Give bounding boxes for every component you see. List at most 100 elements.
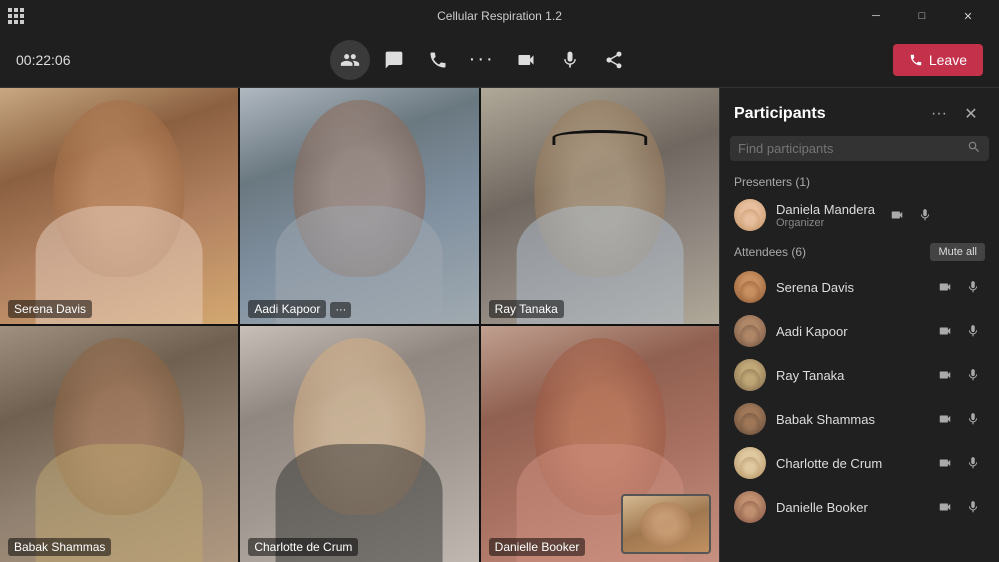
participant-row-danielle[interactable]: Danielle Booker — [720, 485, 999, 529]
danielle-label: Danielle Booker — [489, 538, 586, 556]
more-button[interactable]: ··· — [462, 40, 502, 80]
daniela-controls — [885, 203, 937, 227]
serena-mic-button[interactable] — [961, 275, 985, 299]
participant-row-babak[interactable]: Babak Shammas — [720, 397, 999, 441]
ray-name: Ray Tanaka — [776, 368, 923, 383]
video-cell-babak[interactable]: Babak Shammas — [0, 326, 238, 562]
danielle-controls — [933, 495, 985, 519]
waffle-icon[interactable] — [8, 8, 24, 24]
danielle-name: Danielle Booker — [776, 500, 923, 515]
leave-icon — [909, 53, 923, 67]
aadi-mic-button[interactable] — [961, 319, 985, 343]
more-icon: ··· — [469, 48, 495, 71]
leave-label: Leave — [929, 52, 967, 68]
mic-button[interactable] — [550, 40, 590, 80]
share-icon — [604, 50, 624, 70]
share-button[interactable] — [594, 40, 634, 80]
aadi-controls — [933, 319, 985, 343]
video-cell-charlotte[interactable]: Charlotte de Crum — [240, 326, 478, 562]
ray-camera-button[interactable] — [933, 363, 957, 387]
ray-controls — [933, 363, 985, 387]
video-cell-serena[interactable]: Serena Davis — [0, 88, 238, 324]
aadi-bg — [240, 88, 478, 324]
panel-header: Participants ··· ✕ — [720, 88, 999, 136]
charlotte-label: Charlotte de Crum — [248, 538, 358, 556]
charlotte-bg — [240, 326, 478, 562]
charlotte-controls — [933, 451, 985, 475]
mic-icon — [560, 50, 580, 70]
daniela-name: Daniela Mandera — [776, 202, 875, 217]
call-timer: 00:22:06 — [16, 52, 71, 68]
video-cell-danielle[interactable]: Danielle Booker — [481, 326, 719, 562]
camera-icon — [516, 50, 536, 70]
video-cell-aadi[interactable]: Aadi Kapoor ··· Mute — [240, 88, 478, 324]
camera-ctrl-icon — [890, 208, 904, 222]
call-button[interactable] — [418, 40, 458, 80]
minimize-button[interactable]: ─ — [853, 0, 899, 32]
leave-button[interactable]: Leave — [893, 44, 983, 76]
search-input[interactable] — [738, 141, 961, 156]
attendees-count: Attendees (6) — [734, 245, 806, 259]
panel-title: Participants — [734, 105, 826, 123]
chat-icon — [384, 50, 404, 70]
window-title: Cellular Respiration 1.2 — [437, 9, 562, 23]
panel-close-button[interactable]: ✕ — [957, 100, 985, 128]
daniela-role: Organizer — [776, 217, 875, 229]
people-button[interactable] — [330, 40, 370, 80]
serena-label: Serena Davis — [8, 300, 92, 318]
aadi-camera-button[interactable] — [933, 319, 957, 343]
presenters-section-header: Presenters (1) — [720, 169, 999, 193]
video-grid: Serena Davis Aadi Kapoor ··· — [0, 88, 719, 562]
attendees-section-header: Attendees (6) Mute all — [720, 237, 999, 265]
avatar-serena — [734, 271, 766, 303]
video-cell-ray[interactable]: Ray Tanaka — [481, 88, 719, 324]
charlotte-mic-button[interactable] — [961, 451, 985, 475]
avatar-daniela — [734, 199, 766, 231]
participant-row-ray[interactable]: Ray Tanaka — [720, 353, 999, 397]
camera-button[interactable] — [506, 40, 546, 80]
chat-button[interactable] — [374, 40, 414, 80]
self-view-face — [641, 502, 691, 547]
danielle-camera-button[interactable] — [933, 495, 957, 519]
babak-controls — [933, 407, 985, 431]
mute-all-button[interactable]: Mute all — [930, 243, 985, 261]
babak-bg — [0, 326, 238, 562]
participant-row-charlotte[interactable]: Charlotte de Crum — [720, 441, 999, 485]
charlotte-camera-button[interactable] — [933, 451, 957, 475]
serena-camera-button[interactable] — [933, 275, 957, 299]
aadi-more-button[interactable]: ··· — [330, 302, 351, 318]
ray-mic-button[interactable] — [961, 363, 985, 387]
participant-row-serena[interactable]: Serena Davis — [720, 265, 999, 309]
danielle-mic-button[interactable] — [961, 495, 985, 519]
daniela-info: Daniela Mandera Organizer — [776, 202, 875, 229]
toolbar: 00:22:06 ··· — [0, 32, 999, 88]
search-box — [730, 136, 989, 161]
participant-row-daniela[interactable]: Daniela Mandera Organizer — [720, 193, 999, 237]
restore-button[interactable]: □ — [899, 0, 945, 32]
call-icon — [428, 50, 448, 70]
search-icon — [967, 140, 981, 157]
avatar-charlotte — [734, 447, 766, 479]
presenters-count: Presenters (1) — [734, 175, 810, 189]
aadi-label: Aadi Kapoor — [248, 300, 326, 318]
babak-mic-button[interactable] — [961, 407, 985, 431]
aadi-name: Aadi Kapoor — [776, 324, 923, 339]
panel-more-button[interactable]: ··· — [925, 100, 953, 128]
ray-headphones — [552, 130, 647, 145]
charlotte-name: Charlotte de Crum — [776, 456, 923, 471]
serena-controls — [933, 275, 985, 299]
window-controls: ─ □ ✕ — [853, 0, 991, 32]
toolbar-right: Leave — [893, 44, 983, 76]
daniela-mic-button[interactable] — [913, 203, 937, 227]
self-view-thumbnail — [621, 494, 711, 554]
participant-row-aadi[interactable]: Aadi Kapoor — [720, 309, 999, 353]
babak-camera-button[interactable] — [933, 407, 957, 431]
daniela-camera-button[interactable] — [885, 203, 909, 227]
avatar-ray — [734, 359, 766, 391]
avatar-danielle — [734, 491, 766, 523]
title-bar-left — [8, 8, 24, 24]
people-icon — [340, 50, 360, 70]
mic-ctrl-icon — [918, 208, 932, 222]
main-area: Serena Davis Aadi Kapoor ··· — [0, 88, 999, 562]
close-button[interactable]: ✕ — [945, 0, 991, 32]
